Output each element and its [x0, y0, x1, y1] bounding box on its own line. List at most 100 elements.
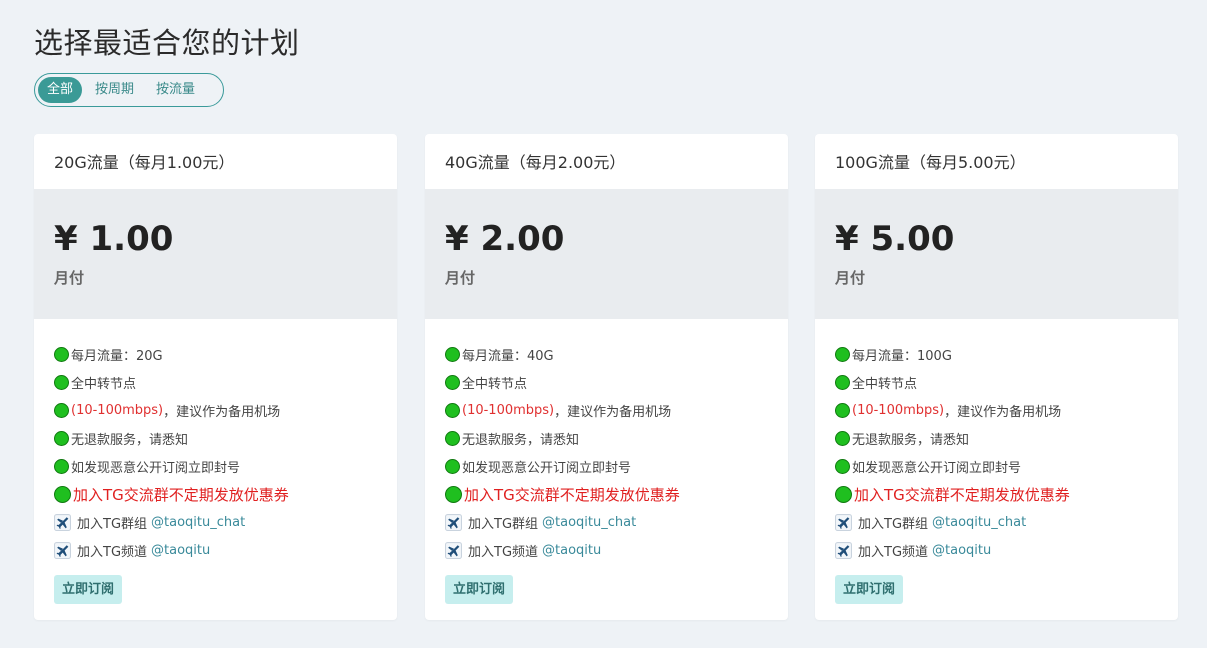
subscribe-button[interactable]: 立即订阅 [54, 575, 123, 604]
page-title: 选择最适合您的计划 [34, 26, 300, 60]
tg-channel-link[interactable]: @taoqitu [932, 543, 991, 558]
filter-all-tab[interactable]: 全部 [38, 77, 83, 103]
price-panel: ¥ 2.00 月付 [425, 189, 788, 319]
speed-range: (10-100mbps) [852, 402, 945, 418]
feature-text: 加入TG群组 [858, 516, 929, 532]
feature-item: 加入TG频道 @taoqitu [54, 536, 377, 564]
feature-text: 无退款服务，请悉知 [852, 432, 970, 448]
price-panel: ¥ 1.00 月付 [34, 189, 397, 319]
promo-text: 加入TG交流群不定期发放优惠券 [464, 485, 680, 504]
plan-name: 40G流量（每月2.00元） [445, 153, 626, 172]
green-circle-icon [835, 458, 850, 474]
feature-item: 全中转节点 [445, 368, 768, 396]
plan-period: 月付 [54, 269, 85, 287]
plan-price: ¥ 1.00 [54, 219, 174, 259]
green-circle-icon [445, 346, 460, 362]
airplane-icon [445, 541, 462, 559]
green-circle-icon [835, 485, 852, 503]
feature-item: 加入TG频道 @taoqitu [445, 536, 768, 564]
green-circle-icon [54, 485, 71, 503]
tg-group-link[interactable]: @taoqitu_chat [542, 515, 636, 530]
filter-by-period-tab[interactable]: 按周期 [86, 77, 143, 103]
feature-text: 每月流量：40G [462, 348, 554, 364]
green-circle-icon [445, 430, 460, 446]
tg-channel-link[interactable]: @taoqitu [542, 543, 601, 558]
plan-price: ¥ 5.00 [835, 219, 955, 259]
feature-item: 如发现恶意公开订阅立即封号 [445, 452, 768, 480]
green-circle-icon [445, 458, 460, 474]
feature-item: 每月流量：20G [54, 340, 377, 368]
subscribe-button[interactable]: 立即订阅 [445, 575, 514, 604]
feature-item: 每月流量：100G [835, 340, 1158, 368]
feature-text: 无退款服务，请悉知 [71, 432, 189, 448]
feature-item: 全中转节点 [54, 368, 377, 396]
airplane-icon [54, 541, 71, 559]
green-circle-icon [54, 346, 69, 362]
feature-text: ，建议作为备用机场 [163, 404, 281, 420]
green-circle-icon [835, 430, 850, 446]
plan-filter: 全部 按周期 按流量 [34, 73, 224, 107]
feature-item-promo: 加入TG交流群不定期发放优惠券 [54, 480, 377, 508]
green-circle-icon [445, 485, 462, 503]
feature-text: 加入TG群组 [468, 516, 539, 532]
feature-item: 如发现恶意公开订阅立即封号 [835, 452, 1158, 480]
filter-by-traffic-tab[interactable]: 按流量 [147, 77, 204, 103]
plan-period: 月付 [445, 269, 476, 287]
tg-group-link[interactable]: @taoqitu_chat [151, 515, 245, 530]
feature-text: ，建议作为备用机场 [554, 404, 672, 420]
feature-text: 加入TG频道 [468, 544, 539, 560]
plan-name: 100G流量（每月5.00元） [835, 153, 1026, 172]
feature-text: 全中转节点 [852, 376, 918, 392]
feature-item: (10-100mbps) ，建议作为备用机场 [835, 396, 1158, 424]
feature-item: 加入TG群组 @taoqitu_chat [835, 508, 1158, 536]
subscribe-button[interactable]: 立即订阅 [835, 575, 904, 604]
promo-text: 加入TG交流群不定期发放优惠券 [854, 485, 1070, 504]
speed-range: (10-100mbps) [71, 402, 164, 418]
green-circle-icon [54, 458, 69, 474]
feature-item-promo: 加入TG交流群不定期发放优惠券 [445, 480, 768, 508]
feature-item: 加入TG频道 @taoqitu [835, 536, 1158, 564]
feature-list: 每月流量：100G 全中转节点 (10-100mbps) ，建议作为备用机场 无退… [815, 319, 1178, 564]
feature-item: 无退款服务，请悉知 [445, 424, 768, 452]
green-circle-icon [54, 374, 69, 390]
feature-text: 加入TG群组 [77, 516, 148, 532]
tg-group-link[interactable]: @taoqitu_chat [932, 515, 1026, 530]
feature-text: 每月流量：100G [852, 348, 952, 364]
plan-card: 40G流量（每月2.00元） ¥ 2.00 月付 每月流量：40G 全中转节点 … [425, 134, 788, 620]
plan-period: 月付 [835, 269, 866, 287]
feature-text: 如发现恶意公开订阅立即封号 [462, 460, 632, 476]
green-circle-icon [445, 402, 460, 418]
feature-text: 加入TG频道 [858, 544, 929, 560]
feature-text: 无退款服务，请悉知 [462, 432, 580, 448]
feature-text: 全中转节点 [71, 376, 137, 392]
plan-card: 20G流量（每月1.00元） ¥ 1.00 月付 每月流量：20G 全中转节点 … [34, 134, 397, 620]
feature-text: 如发现恶意公开订阅立即封号 [852, 460, 1022, 476]
plan-card: 100G流量（每月5.00元） ¥ 5.00 月付 每月流量：100G 全中转节… [815, 134, 1178, 620]
green-circle-icon [445, 374, 460, 390]
feature-item: 加入TG群组 @taoqitu_chat [445, 508, 768, 536]
green-circle-icon [54, 430, 69, 446]
feature-list: 每月流量：40G 全中转节点 (10-100mbps) ，建议作为备用机场 无退款… [425, 319, 788, 564]
feature-item-promo: 加入TG交流群不定期发放优惠券 [835, 480, 1158, 508]
feature-item: 每月流量：40G [445, 340, 768, 368]
feature-item: 无退款服务，请悉知 [54, 424, 377, 452]
feature-item: 如发现恶意公开订阅立即封号 [54, 452, 377, 480]
airplane-icon [835, 513, 852, 531]
airplane-icon [835, 541, 852, 559]
feature-text: ，建议作为备用机场 [944, 404, 1062, 420]
airplane-icon [445, 513, 462, 531]
feature-item: (10-100mbps) ，建议作为备用机场 [445, 396, 768, 424]
plan-price: ¥ 2.00 [445, 219, 565, 259]
airplane-icon [54, 513, 71, 531]
feature-item: 全中转节点 [835, 368, 1158, 396]
promo-text: 加入TG交流群不定期发放优惠券 [73, 485, 289, 504]
tg-channel-link[interactable]: @taoqitu [151, 543, 210, 558]
feature-item: 无退款服务，请悉知 [835, 424, 1158, 452]
green-circle-icon [835, 374, 850, 390]
feature-text: 每月流量：20G [71, 348, 163, 364]
price-panel: ¥ 5.00 月付 [815, 189, 1178, 319]
feature-text: 全中转节点 [462, 376, 528, 392]
feature-text: 加入TG频道 [77, 544, 148, 560]
feature-item: (10-100mbps) ，建议作为备用机场 [54, 396, 377, 424]
feature-text: 如发现恶意公开订阅立即封号 [71, 460, 241, 476]
